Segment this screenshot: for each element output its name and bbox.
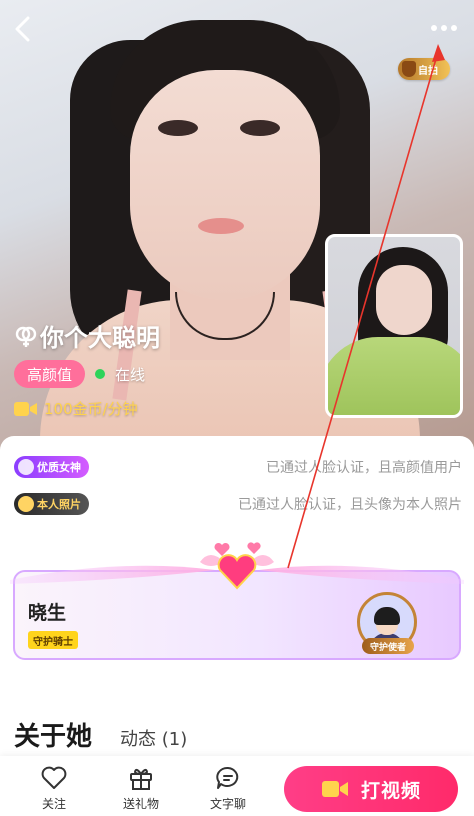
back-button[interactable]	[6, 12, 40, 46]
photo-detail	[328, 337, 460, 415]
more-options-button[interactable]	[424, 16, 464, 40]
text-chat-button[interactable]: 文字聊	[198, 764, 258, 812]
send-gift-label: 送礼物	[122, 797, 159, 811]
follow-button[interactable]: 关注	[24, 764, 84, 812]
profile-name-row: 你个大聪明	[14, 318, 160, 353]
more-dot-icon	[451, 25, 457, 31]
text-chat-label: 文字聊	[209, 797, 246, 811]
real-photo-badge[interactable]: 本人照片	[14, 493, 89, 515]
real-photo-badge-label: 本人照片	[37, 498, 81, 511]
video-camera-icon	[14, 401, 37, 416]
verification-realphoto-row: 本人照片 已通过人脸认证，且头像为本人照片	[14, 492, 462, 516]
call-price: 100金币/分钟	[44, 400, 138, 418]
female-symbol-icon	[15, 326, 37, 347]
photo-detail	[240, 120, 280, 136]
photo-detail	[198, 218, 244, 234]
online-status-icon	[95, 369, 106, 379]
photo-detail	[376, 265, 432, 335]
profile-section-tabs: 关于她 动态 (1)	[14, 716, 187, 753]
selfie-thumbnail[interactable]	[325, 234, 463, 418]
tab-moments[interactable]: 动态 (1)	[120, 725, 187, 751]
photo-detail	[158, 120, 198, 136]
goddess-verification-text: 已通过人脸认证，且高颜值用户	[266, 460, 462, 476]
photo-detail	[130, 70, 320, 300]
video-call-label: 打视频	[360, 779, 421, 802]
verification-goddess-row: 优质女神 已通过人脸认证，且高颜值用户	[14, 455, 462, 479]
gift-icon	[130, 768, 152, 790]
tab-about[interactable]: 关于她	[14, 716, 92, 753]
rank-badge-label: 自拍	[418, 65, 438, 77]
guardian-role-badge: 守护使者	[362, 638, 414, 654]
winged-heart-icon	[10, 542, 464, 590]
online-status: 在线	[115, 365, 146, 384]
guardian-title-badge: 守护骑士	[28, 631, 78, 649]
video-call-button[interactable]: 打视频	[284, 766, 458, 812]
goddess-badge[interactable]: 优质女神	[14, 456, 89, 478]
chevron-left-icon	[15, 16, 30, 42]
chat-bubble-icon	[216, 766, 239, 789]
guardian-name: 晓生	[28, 602, 67, 624]
call-price-row: 100金币/分钟	[14, 398, 138, 419]
follow-label: 关注	[41, 797, 66, 811]
beauty-tag: 高颜值	[14, 360, 86, 388]
shield-icon	[402, 61, 416, 77]
person-icon	[18, 496, 34, 512]
profile-tags: 高颜值 在线	[14, 360, 145, 388]
profile-name: 你个大聪明	[40, 324, 160, 352]
send-gift-button[interactable]: 送礼物	[111, 764, 171, 812]
heart-icon	[41, 766, 67, 789]
real-photo-verification-text: 已通过人脸认证，且头像为本人照片	[238, 497, 462, 513]
more-dot-icon	[441, 25, 447, 31]
avatar-detail	[374, 607, 400, 625]
more-dot-icon	[431, 25, 437, 31]
goddess-badge-label: 优质女神	[37, 461, 81, 474]
rank-badge[interactable]: 自拍	[398, 58, 450, 80]
crown-icon	[18, 459, 34, 475]
video-camera-icon	[321, 781, 348, 797]
